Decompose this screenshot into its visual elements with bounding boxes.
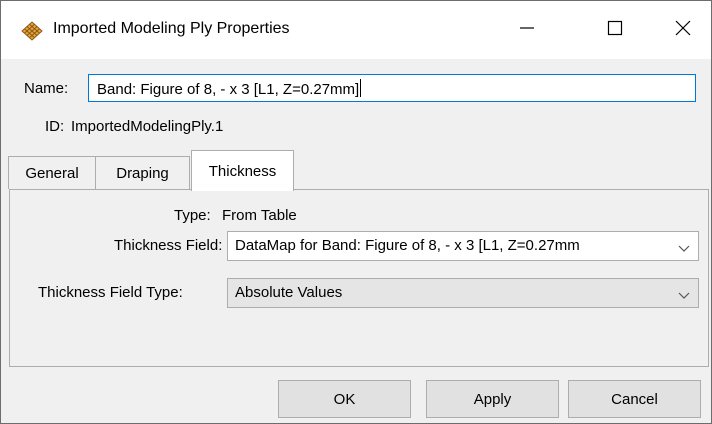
name-label: Name: [24, 80, 69, 97]
thickness-field-type-dropdown[interactable]: Absolute Values [227, 278, 699, 308]
tab-draping-label: Draping [116, 165, 169, 182]
thickness-field-dropdown[interactable]: DataMap for Band: Figure of 8, - x 3 [L1… [227, 231, 699, 261]
text-caret [360, 79, 362, 97]
title-bar[interactable]: Imported Modeling Ply Properties [1, 1, 711, 59]
id-label: ID: [45, 118, 65, 135]
chevron-down-icon [678, 241, 690, 252]
thickness-field-type-label: Thickness Field Type: [38, 284, 183, 301]
maximize-button[interactable] [586, 1, 644, 59]
apply-button[interactable]: Apply [426, 380, 559, 418]
name-input[interactable]: Band: Figure of 8, - x 3 [L1, Z=0.27mm] [88, 74, 696, 102]
minimize-button[interactable] [498, 1, 556, 59]
thickness-field-type-value: Absolute Values [235, 284, 343, 301]
tab-thickness-label: Thickness [208, 163, 277, 180]
apply-button-label: Apply [473, 390, 512, 408]
cancel-button[interactable]: Cancel [568, 380, 701, 418]
dialog-window: Imported Modeling Ply Properties Name: B… [0, 0, 712, 424]
cancel-button-label: Cancel [611, 390, 658, 408]
tab-general[interactable]: General [8, 156, 96, 189]
maximize-icon [607, 20, 623, 40]
tab-general-label: General [25, 165, 79, 182]
window-title: Imported Modeling Ply Properties [53, 20, 290, 37]
ok-button-label: OK [333, 390, 356, 408]
thickness-field-value: DataMap for Band: Figure of 8, - x 3 [L1… [235, 237, 580, 254]
ok-button[interactable]: OK [278, 380, 411, 418]
close-icon [675, 20, 691, 40]
ply-grid-icon [20, 19, 44, 43]
tab-draping[interactable]: Draping [96, 156, 190, 189]
chevron-down-icon [678, 288, 690, 299]
type-label: Type: [174, 207, 211, 224]
tab-thickness[interactable]: Thickness [191, 150, 294, 191]
close-button[interactable] [654, 1, 712, 59]
name-value: Band: Figure of 8, - x 3 [L1, Z=0.27mm] [97, 81, 360, 98]
minimize-icon [519, 20, 535, 40]
type-value: From Table [222, 207, 297, 224]
id-value: ImportedModelingPly.1 [71, 118, 224, 135]
thickness-field-label: Thickness Field: [114, 237, 223, 254]
